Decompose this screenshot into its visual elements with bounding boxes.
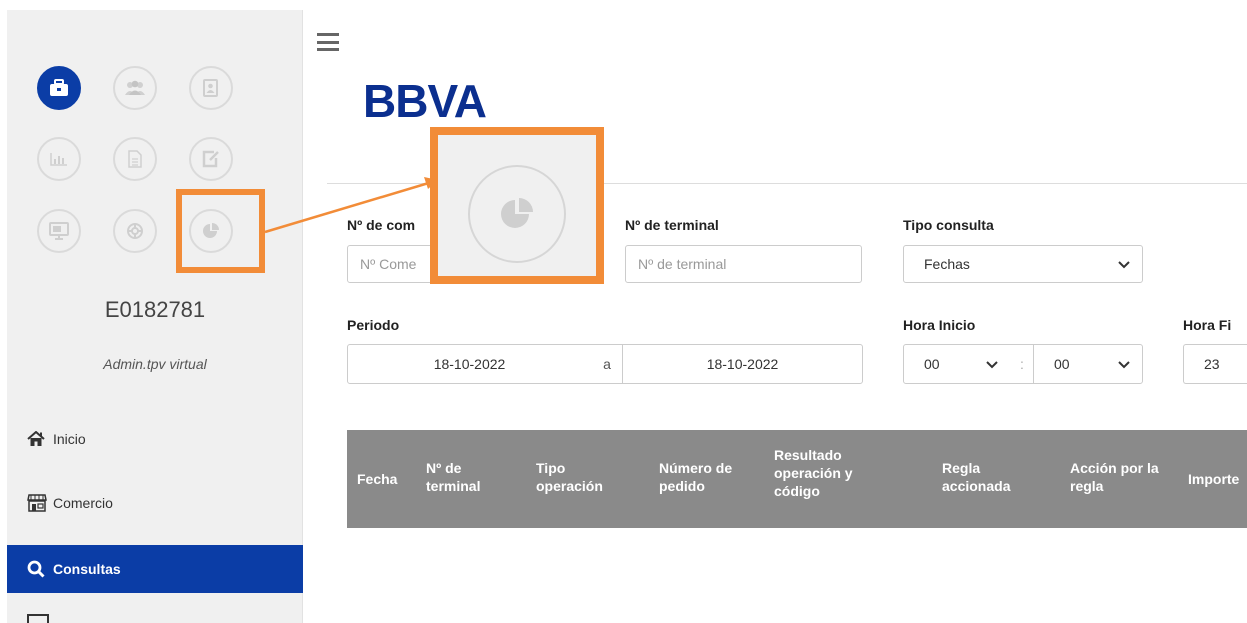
hora-inicio-hour-value: 00 bbox=[924, 356, 940, 372]
col-header-numero-pedido: Número de pedido bbox=[659, 460, 733, 494]
tipo-consulta-select[interactable]: Fechas bbox=[903, 245, 1143, 283]
hamburger-icon[interactable] bbox=[317, 33, 339, 51]
nav-item-comercio[interactable]: Comercio bbox=[7, 479, 303, 527]
user-role: Admin.tpv virtual bbox=[103, 356, 207, 372]
card-icon bbox=[27, 612, 53, 623]
nav-label-consultas: Consultas bbox=[53, 561, 121, 577]
user-id: E0182781 bbox=[104, 297, 206, 322]
tipo-consulta-value: Fechas bbox=[924, 256, 970, 272]
annotation-highlight-small bbox=[176, 189, 265, 273]
col-header-terminal: Nº de terminal bbox=[426, 460, 481, 494]
col-header-importe: Importe bbox=[1188, 471, 1240, 487]
sidebar: E0182781 Admin.tpv virtual Inicio Comerc… bbox=[7, 10, 303, 623]
nav-label-inicio: Inicio bbox=[53, 431, 86, 447]
chevron-down-icon bbox=[1118, 256, 1130, 272]
fecha-desde-input[interactable]: 18-10-2022 bbox=[347, 344, 592, 384]
monitor-icon[interactable] bbox=[37, 209, 81, 253]
fecha-hasta-input[interactable]: 18-10-2022 bbox=[622, 344, 863, 384]
col-header-tipo-operacion: Tipo operación bbox=[536, 460, 603, 494]
bar-chart-icon[interactable] bbox=[37, 137, 81, 181]
chevron-down-icon bbox=[986, 356, 998, 372]
nav-item-inicio[interactable]: Inicio bbox=[7, 415, 303, 463]
contact-card-icon[interactable] bbox=[189, 66, 233, 110]
col-header-fecha: Fecha bbox=[357, 471, 398, 487]
terminal-label: Nº de terminal bbox=[625, 217, 719, 233]
hora-fin-label: Hora Fi bbox=[1183, 317, 1232, 333]
annotation-zoom-box bbox=[430, 127, 604, 284]
document-icon[interactable] bbox=[113, 137, 157, 181]
lifebuoy-icon[interactable] bbox=[113, 209, 157, 253]
hora-fin-hour-value: 23 bbox=[1204, 356, 1220, 372]
bbva-logo: BBVA bbox=[363, 75, 487, 127]
periodo-separator: a bbox=[591, 344, 623, 384]
edit-icon[interactable] bbox=[189, 137, 233, 181]
nav-label-comercio: Comercio bbox=[53, 495, 113, 511]
hora-inicio-label: Hora Inicio bbox=[903, 317, 976, 333]
tipo-consulta-label: Tipo consulta bbox=[903, 217, 994, 233]
col-header-resultado: Resultado operación y código bbox=[774, 447, 853, 499]
col-header-regla-accionada: Regla accionada bbox=[942, 460, 1011, 494]
nav-item-partial[interactable] bbox=[7, 610, 303, 623]
users-icon[interactable] bbox=[113, 66, 157, 110]
hora-inicio-minute-value: 00 bbox=[1054, 356, 1070, 372]
comercio-label: Nº de com bbox=[347, 217, 416, 233]
periodo-label: Periodo bbox=[347, 317, 400, 333]
briefcase-icon[interactable] bbox=[37, 66, 81, 110]
hora-fin-hour-select[interactable]: 23 bbox=[1183, 344, 1247, 384]
store-icon bbox=[27, 494, 53, 512]
terminal-input[interactable]: Nº de terminal bbox=[625, 245, 862, 283]
nav-item-consultas[interactable]: Consultas bbox=[7, 545, 303, 593]
home-icon bbox=[27, 431, 53, 447]
search-icon bbox=[27, 560, 53, 578]
hora-inicio-hour-select[interactable]: 00 bbox=[903, 344, 1011, 384]
results-table-header: Fecha Nº de terminal Tipo operación Núme… bbox=[347, 430, 1247, 528]
app-root: E0182781 Admin.tpv virtual Inicio Comerc… bbox=[0, 0, 1247, 623]
pie-chart-icon bbox=[468, 165, 566, 263]
hora-inicio-minute-select[interactable]: 00 bbox=[1033, 344, 1143, 384]
col-header-accion-regla: Acción por la regla bbox=[1070, 460, 1159, 494]
chevron-down-icon bbox=[1118, 356, 1130, 372]
time-separator: : bbox=[1010, 344, 1034, 384]
